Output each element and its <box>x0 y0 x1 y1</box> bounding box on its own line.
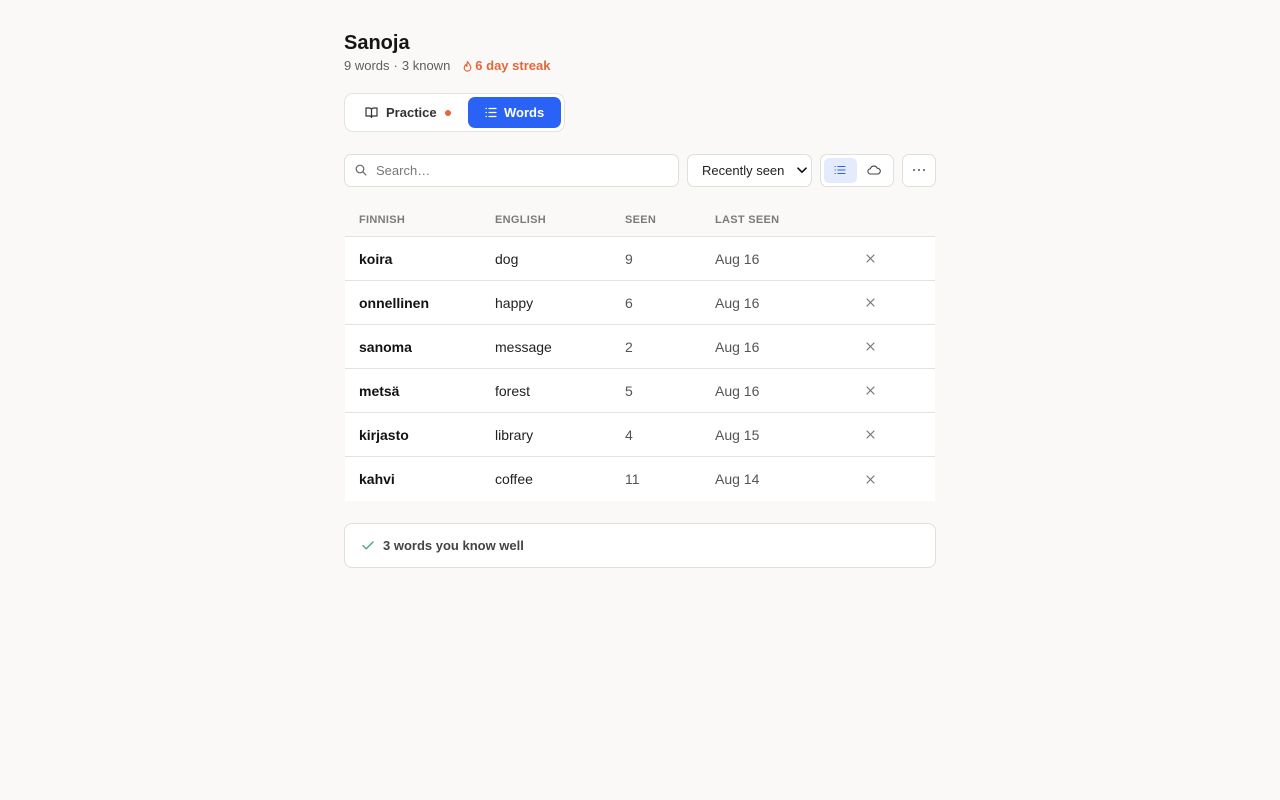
cell-finnish: kahvi <box>359 471 395 487</box>
check-icon <box>362 541 374 550</box>
table-row[interactable]: kahvi coffee 11 Aug 14 <box>345 457 935 501</box>
streak-label: 6 day streak <box>475 58 551 73</box>
tab-words[interactable]: Words <box>468 97 561 128</box>
more-button[interactable] <box>902 153 936 187</box>
table-row[interactable]: kirjasto library 4 Aug 15 <box>345 413 935 457</box>
cell-seen: 9 <box>625 250 633 267</box>
table-row[interactable]: onnellinen happy 6 Aug 16 <box>345 281 935 325</box>
search-input[interactable] <box>376 162 656 178</box>
cell-finnish: koira <box>359 250 393 267</box>
tab-words-label: Words <box>504 105 545 120</box>
book-icon <box>365 107 378 119</box>
close-icon <box>865 386 875 395</box>
cell-seen: 4 <box>625 426 633 443</box>
cell-last-seen: Aug 16 <box>715 338 760 355</box>
header-english[interactable]: ENGLISH <box>495 214 625 226</box>
delete-word-button[interactable] <box>855 430 885 439</box>
delete-word-button[interactable] <box>855 254 885 263</box>
list-icon <box>834 165 846 175</box>
toolbar: Recently seen <box>344 153 936 187</box>
search-icon <box>355 164 367 176</box>
tab-practice[interactable]: Practice <box>348 97 468 128</box>
word-count: 9 words <box>344 58 390 73</box>
cell-finnish: onnellinen <box>359 294 429 311</box>
close-icon <box>865 298 875 307</box>
stats-line: 9 words · 3 known 6 day streak <box>344 59 936 73</box>
cell-english: dog <box>495 250 519 267</box>
delete-word-button[interactable] <box>855 298 885 307</box>
cell-last-seen: Aug 15 <box>715 426 760 443</box>
close-icon <box>865 430 875 439</box>
close-icon <box>865 342 875 351</box>
cell-finnish: kirjasto <box>359 426 409 443</box>
flame-icon <box>463 60 472 72</box>
cell-seen: 6 <box>625 294 633 311</box>
cloud-icon <box>867 165 881 175</box>
header-seen[interactable]: SEEN <box>625 214 715 226</box>
tab-practice-label: Practice <box>386 105 437 120</box>
cell-seen: 11 <box>625 471 640 487</box>
table-body: koira dog 9 Aug 16 onnellinen happy 6 Aug 16 san… <box>345 237 935 501</box>
notification-dot <box>444 109 451 116</box>
delete-word-button[interactable] <box>855 342 885 351</box>
list-icon <box>485 107 497 118</box>
known-words-section[interactable]: 3 words you know well <box>344 523 936 568</box>
delete-word-button[interactable] <box>855 474 885 484</box>
cell-finnish: sanoma <box>359 338 412 355</box>
cell-last-seen: Aug 14 <box>715 471 760 487</box>
header-finnish[interactable]: FINNISH <box>345 214 495 226</box>
delete-word-button[interactable] <box>855 386 885 395</box>
table-row[interactable]: koira dog 9 Aug 16 <box>345 237 935 281</box>
stats-separator: · <box>393 58 398 73</box>
cell-english: forest <box>495 382 531 399</box>
cell-english: happy <box>495 294 534 311</box>
cell-seen: 2 <box>625 338 633 355</box>
sort-select[interactable]: Recently seen <box>687 153 812 187</box>
chevron-down-icon <box>797 166 807 173</box>
close-icon <box>865 254 875 263</box>
table-header: FINNISH ENGLISH SEEN LAST SEEN <box>345 204 935 237</box>
cell-english: library <box>495 426 534 443</box>
cell-finnish: metsä <box>359 382 400 399</box>
table-row[interactable]: metsä forest 5 Aug 16 <box>345 369 935 413</box>
words-table: FINNISH ENGLISH SEEN LAST SEEN koira dog 9… <box>345 204 935 501</box>
streak-badge: 6 day streak <box>463 59 550 73</box>
sort-selected-value: Recently seen <box>702 162 785 178</box>
view-toggle <box>820 153 894 187</box>
search-box <box>344 153 679 187</box>
cell-last-seen: Aug 16 <box>715 294 760 311</box>
close-icon <box>865 474 875 484</box>
mode-switcher: Practice Words <box>344 93 565 132</box>
cell-seen: 5 <box>625 382 633 399</box>
table-row[interactable]: sanoma message 2 Aug 16 <box>345 325 935 369</box>
cell-last-seen: Aug 16 <box>715 250 760 267</box>
more-icon <box>913 169 925 171</box>
cell-last-seen: Aug 16 <box>715 382 760 399</box>
cloud-view-button[interactable] <box>858 158 891 183</box>
main-container: Sanoja 9 words · 3 known 6 day streak Pr… <box>344 32 936 568</box>
cell-english: message <box>495 338 552 355</box>
cell-english: coffee <box>495 471 533 487</box>
known-words-label: 3 words you know well <box>383 538 524 553</box>
page-title: Sanoja <box>344 32 410 54</box>
header-last-seen[interactable]: LAST SEEN <box>715 214 855 226</box>
known-count: 3 known <box>401 58 451 73</box>
list-view-button[interactable] <box>824 157 857 183</box>
